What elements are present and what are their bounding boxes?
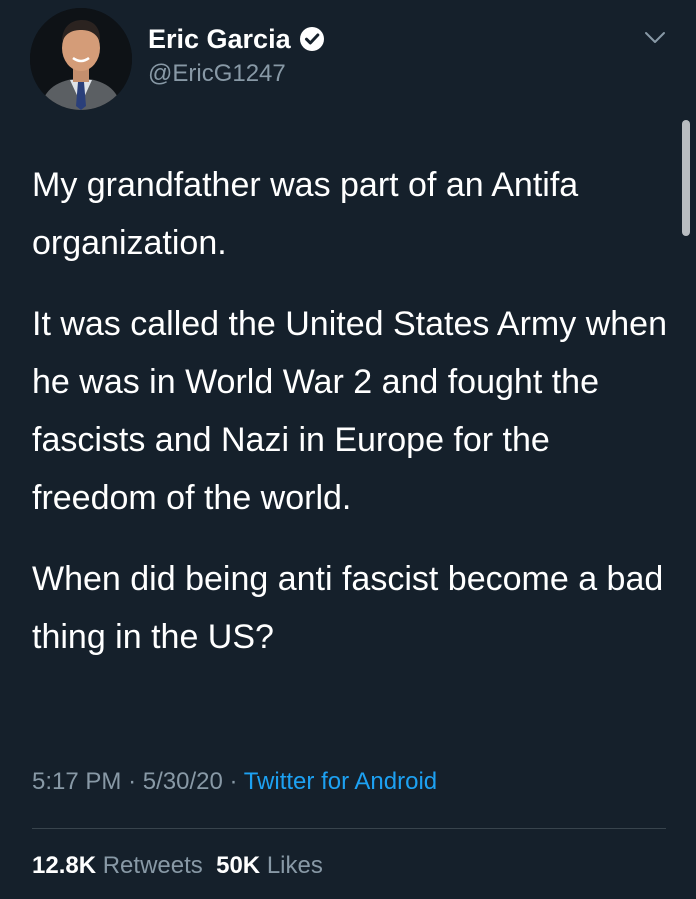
tweet-card: Eric Garcia @EricG1247 My grandfather wa…: [0, 0, 696, 899]
divider: [32, 828, 666, 829]
retweets-count: 12.8K: [32, 852, 97, 879]
retweets-stat[interactable]: 12.8K Retweets: [32, 852, 203, 879]
author-name-row[interactable]: Eric Garcia: [148, 22, 325, 56]
meta-separator: ·: [128, 768, 137, 795]
tweet-paragraph: When did being anti fascist become a bad…: [32, 560, 664, 656]
likes-stat[interactable]: 50K Likes: [216, 852, 323, 879]
display-name[interactable]: Eric Garcia: [148, 24, 291, 55]
scrollbar[interactable]: [682, 120, 690, 236]
tweet-text: My grandfather was part of an Antifa org…: [32, 156, 672, 689]
avatar[interactable]: [30, 8, 132, 110]
likes-count: 50K: [216, 852, 261, 879]
author-handle[interactable]: @EricG1247: [148, 60, 286, 88]
meta-separator: ·: [229, 768, 238, 795]
tweet-source-link[interactable]: Twitter for Android: [244, 768, 437, 795]
retweets-label: Retweets: [102, 852, 203, 879]
tweet-date[interactable]: 5/30/20: [143, 768, 223, 795]
tweet-stats: 12.8K Retweets 50K Likes: [32, 852, 323, 880]
tweet-meta: 5:17 PM · 5/30/20 · Twitter for Android: [32, 768, 437, 796]
tweet-paragraph: It was called the United States Army whe…: [32, 305, 667, 517]
likes-label: Likes: [266, 852, 323, 879]
avatar-photo: [30, 8, 132, 110]
chevron-down-icon[interactable]: [640, 26, 670, 50]
tweet-paragraph: My grandfather was part of an Antifa org…: [32, 166, 579, 262]
tweet-time[interactable]: 5:17 PM: [32, 768, 121, 795]
verified-badge-icon: [299, 27, 324, 51]
